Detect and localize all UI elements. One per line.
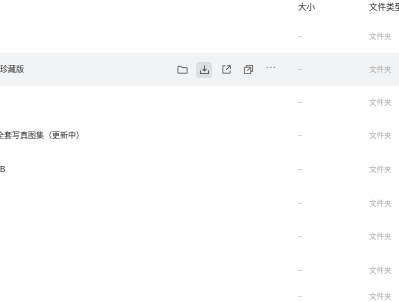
file-type: 文件夹 bbox=[369, 130, 392, 140]
column-header-type[interactable]: 文件类型 bbox=[369, 2, 399, 12]
table-row[interactable]: – 文件夹 bbox=[0, 86, 399, 119]
file-name[interactable]: 珍藏版 bbox=[0, 65, 24, 75]
table-row[interactable]: – 文件夹 bbox=[0, 284, 399, 301]
open-folder-button[interactable] bbox=[174, 62, 190, 78]
folder-icon bbox=[177, 65, 187, 74]
table-row[interactable]: – 文件夹 bbox=[0, 20, 399, 53]
share-button[interactable] bbox=[218, 62, 234, 78]
table-row[interactable]: 全套写真图集（更新中） – 文件夹 bbox=[0, 119, 399, 152]
table-row[interactable]: – 文件夹 bbox=[0, 187, 399, 220]
file-name[interactable]: 全套写真图集（更新中） bbox=[0, 131, 84, 141]
column-header-size[interactable]: 大小 bbox=[298, 2, 315, 12]
file-type: 文件夹 bbox=[369, 265, 392, 275]
table-row[interactable]: – 文件夹 bbox=[0, 254, 399, 287]
file-size: – bbox=[298, 32, 302, 40]
file-name[interactable]: B bbox=[0, 165, 5, 175]
table-row[interactable]: 珍藏版 ··· – 文件夹 bbox=[0, 53, 399, 86]
file-type: 文件夹 bbox=[369, 231, 392, 241]
file-type: 文件夹 bbox=[369, 31, 392, 41]
move-icon bbox=[243, 64, 253, 75]
file-type: 文件夹 bbox=[369, 97, 392, 107]
file-type: 文件夹 bbox=[369, 64, 392, 74]
file-size: – bbox=[298, 199, 302, 207]
move-button[interactable] bbox=[240, 62, 256, 78]
file-type: 文件夹 bbox=[369, 292, 392, 301]
file-size: – bbox=[298, 131, 302, 139]
file-size: – bbox=[298, 293, 302, 300]
file-size: – bbox=[298, 65, 302, 73]
file-type: 文件夹 bbox=[369, 164, 392, 174]
table-header: 大小 文件类型 bbox=[0, 0, 399, 16]
more-icon: ··· bbox=[266, 62, 276, 73]
download-icon bbox=[199, 65, 209, 75]
file-size: – bbox=[298, 98, 302, 106]
file-list: 大小 文件类型 – 文件夹 珍藏版 ··· – 文件夹 – 文件夹 全套写真图集… bbox=[0, 0, 399, 301]
table-row[interactable]: – 文件夹 bbox=[0, 220, 399, 253]
file-type: 文件夹 bbox=[369, 198, 392, 208]
share-icon bbox=[221, 65, 231, 74]
download-button[interactable] bbox=[196, 61, 212, 78]
file-size: – bbox=[298, 266, 302, 274]
file-size: – bbox=[298, 232, 302, 240]
file-size: – bbox=[298, 165, 302, 173]
table-row[interactable]: B – 文件夹 bbox=[0, 153, 399, 186]
more-options-button[interactable]: ··· bbox=[263, 62, 279, 78]
